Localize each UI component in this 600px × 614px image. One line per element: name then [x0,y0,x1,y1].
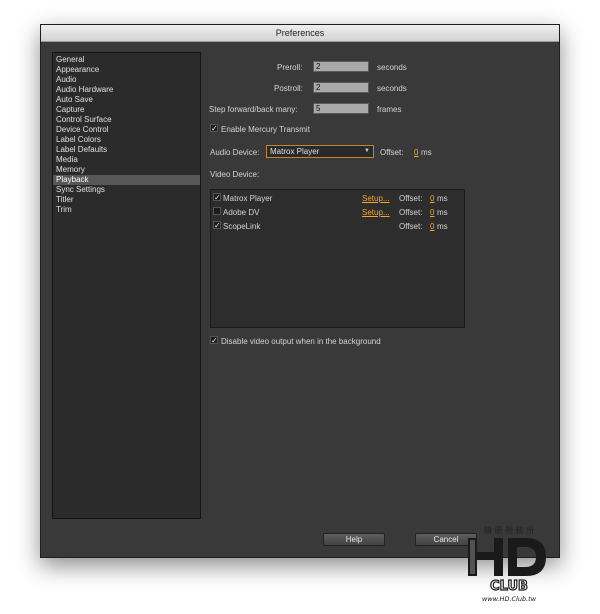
video-device-row: Adobe DV Setup... Offset: 0 ms [211,205,464,219]
video-device-offset-unit: ms [437,222,448,231]
video-device-checkbox[interactable]: ✓ [213,221,221,230]
sidebar-item-audio-hardware[interactable]: Audio Hardware [53,85,200,95]
postroll-label: Postroll: [274,84,303,93]
video-device-offset-value[interactable]: 0 [430,208,434,217]
preroll-label: Preroll: [277,63,303,72]
audio-offset-label: Offset: [380,148,404,157]
sidebar-item-auto-save[interactable]: Auto Save [53,95,200,105]
video-device-offset-unit: ms [437,208,448,217]
video-device-setup-link[interactable]: Setup... [362,208,390,217]
video-device-label: Video Device: [210,170,260,179]
video-device-name: Adobe DV [223,208,260,217]
video-device-offset-value[interactable]: 0 [430,222,434,231]
preroll-unit: seconds [377,63,407,72]
step-unit: frames [377,105,402,114]
video-device-offset-label: Offset: [399,208,423,217]
audio-offset-unit: ms [421,148,432,157]
video-device-row: ✓ ScopeLink Offset: 0 ms [211,219,464,233]
video-device-name: Matrox Player [223,194,273,203]
disable-background-checkbox[interactable]: ✓ [210,336,218,345]
mercury-label: Enable Mercury Transmit [221,125,310,134]
preferences-window: Preferences General Appearance Audio Aud… [40,24,560,558]
hdclub-watermark-logo: 精 研 視 務 所 CLUB www.HD.Club.tw [468,525,546,603]
video-device-checkbox[interactable]: ✓ [213,193,221,202]
watermark-sub-text: CLUB [490,579,528,594]
video-device-setup-link[interactable]: Setup... [362,194,390,203]
video-device-offset-value[interactable]: 0 [430,194,434,203]
help-button[interactable]: Help [323,533,385,546]
sidebar-item-label-colors[interactable]: Label Colors [53,135,200,145]
audio-device-dropdown[interactable]: Matrox Player ▼ [266,145,374,158]
mercury-checkbox[interactable]: ✓ [210,124,218,133]
video-device-offset-label: Offset: [399,194,423,203]
video-device-list: ✓ Matrox Player Setup... Offset: 0 ms Ad… [210,189,465,328]
audio-device-label: Audio Device: [210,148,260,157]
step-label: Step forward/back many: [209,105,298,114]
sidebar-item-device-control[interactable]: Device Control [53,125,200,135]
sidebar-item-sync-settings[interactable]: Sync Settings [53,185,200,195]
watermark-top-text: 精 研 視 務 所 [484,525,534,535]
sidebar-item-general[interactable]: General [53,55,200,65]
watermark-url-text: www.HD.Club.tw [482,595,537,603]
preroll-input[interactable]: 2 [313,61,369,72]
sidebar-item-control-surface[interactable]: Control Surface [53,115,200,125]
video-device-offset-label: Offset: [399,222,423,231]
video-device-offset-unit: ms [437,194,448,203]
sidebar-item-capture[interactable]: Capture [53,105,200,115]
window-title: Preferences [41,25,559,42]
sidebar-item-memory[interactable]: Memory [53,165,200,175]
sidebar-item-trim[interactable]: Trim [53,205,200,215]
sidebar-item-playback[interactable]: Playback [53,175,200,185]
video-device-name: ScopeLink [223,222,261,231]
disable-background-label: Disable video output when in the backgro… [221,337,381,346]
sidebar-item-titler[interactable]: Titler [53,195,200,205]
sidebar-item-media[interactable]: Media [53,155,200,165]
audio-device-value: Matrox Player [270,147,320,156]
postroll-input[interactable]: 2 [313,82,369,93]
audio-offset-value[interactable]: 0 [414,148,418,157]
sidebar-item-appearance[interactable]: Appearance [53,65,200,75]
sidebar-item-label-defaults[interactable]: Label Defaults [53,145,200,155]
preferences-sidebar: General Appearance Audio Audio Hardware … [52,52,201,519]
step-input[interactable]: 5 [313,103,369,114]
postroll-unit: seconds [377,84,407,93]
video-device-row: ✓ Matrox Player Setup... Offset: 0 ms [211,191,464,205]
sidebar-item-audio[interactable]: Audio [53,75,200,85]
dropdown-arrow-icon: ▼ [364,148,370,154]
video-device-checkbox[interactable] [213,207,221,215]
